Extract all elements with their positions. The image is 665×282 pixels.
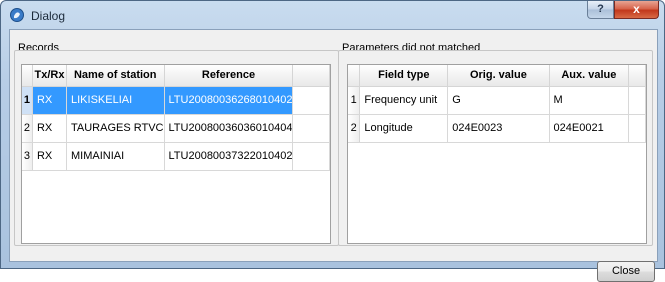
parameters-header-row: Field type Orig. value Aux. value bbox=[348, 65, 646, 87]
col-header-station-name[interactable]: Name of station bbox=[66, 65, 165, 87]
row-filler bbox=[628, 86, 646, 115]
cell-station-name[interactable]: LIKISKELIAI bbox=[66, 86, 165, 115]
cell-aux-value[interactable]: 024E0021 bbox=[549, 114, 630, 143]
col-header-orig-value[interactable]: Orig. value bbox=[447, 65, 550, 87]
dialog-window: Dialog ? x Records Tx/Rx Name of station… bbox=[0, 0, 665, 282]
col-header-reference[interactable]: Reference bbox=[164, 65, 294, 87]
cell-orig-value[interactable]: G bbox=[447, 86, 550, 115]
cell-reference[interactable]: LTU20080036036010404 bbox=[164, 114, 294, 143]
table-row[interactable]: 1 RX LIKISKELIAI LTU20080036268010402 bbox=[22, 86, 330, 115]
row-number[interactable]: 1 bbox=[22, 86, 34, 115]
cell-field-type[interactable]: Longitude bbox=[359, 114, 449, 143]
row-number[interactable]: 1 bbox=[348, 86, 361, 115]
cell-txrx[interactable]: RX bbox=[32, 114, 68, 143]
app-icon bbox=[10, 8, 24, 22]
table-row[interactable]: 2 Longitude 024E0023 024E0021 bbox=[348, 114, 646, 143]
row-number[interactable]: 3 bbox=[22, 142, 34, 171]
col-header-aux-value[interactable]: Aux. value bbox=[549, 65, 630, 87]
row-filler bbox=[292, 86, 330, 115]
close-window-button[interactable]: x bbox=[614, 1, 659, 19]
cell-txrx[interactable]: RX bbox=[32, 142, 68, 171]
help-button[interactable]: ? bbox=[587, 1, 614, 19]
row-number[interactable]: 2 bbox=[22, 114, 34, 143]
close-button[interactable]: Close bbox=[597, 261, 655, 282]
parameters-corner-header[interactable] bbox=[348, 65, 361, 87]
records-header-filler bbox=[292, 65, 330, 87]
cell-reference[interactable]: LTU20080036268010402 bbox=[164, 86, 294, 115]
cell-station-name[interactable]: TAURAGES RTVC bbox=[66, 114, 165, 143]
table-row[interactable]: 2 RX TAURAGES RTVC LTU20080036036010404 bbox=[22, 114, 330, 143]
cell-reference[interactable]: LTU20080037322010402 bbox=[164, 142, 294, 171]
cell-station-name[interactable]: MIMAINIAI bbox=[66, 142, 165, 171]
cell-field-type[interactable]: Frequency unit bbox=[359, 86, 449, 115]
records-table[interactable]: Tx/Rx Name of station Reference 1 RX LIK… bbox=[21, 64, 331, 244]
title-bar[interactable]: Dialog ? x bbox=[1, 1, 664, 29]
records-corner-header[interactable] bbox=[22, 65, 34, 87]
col-header-field-type[interactable]: Field type bbox=[359, 65, 449, 87]
dialog-client-area: Records Tx/Rx Name of station Reference bbox=[9, 29, 658, 282]
cell-orig-value[interactable]: 024E0023 bbox=[447, 114, 550, 143]
row-filler bbox=[292, 114, 330, 143]
cell-aux-value[interactable]: M bbox=[549, 86, 630, 115]
window-title: Dialog bbox=[31, 9, 66, 23]
parameters-table[interactable]: Field type Orig. value Aux. value 1 Freq… bbox=[347, 64, 647, 244]
parameters-header-filler bbox=[628, 65, 646, 87]
table-row[interactable]: 3 RX MIMAINIAI LTU20080037322010402 bbox=[22, 142, 330, 171]
col-header-txrx[interactable]: Tx/Rx bbox=[32, 65, 68, 87]
cell-txrx[interactable]: RX bbox=[32, 86, 68, 115]
records-header-row: Tx/Rx Name of station Reference bbox=[22, 65, 330, 87]
table-row[interactable]: 1 Frequency unit G M bbox=[348, 86, 646, 115]
row-filler bbox=[628, 114, 646, 143]
row-number[interactable]: 2 bbox=[348, 114, 361, 143]
row-filler bbox=[292, 142, 330, 171]
